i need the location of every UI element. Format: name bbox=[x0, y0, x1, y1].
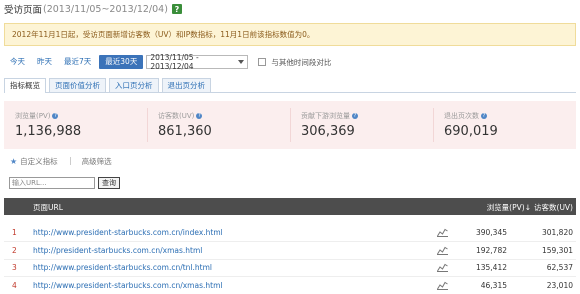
row-index: 1 bbox=[12, 228, 17, 237]
metric-downstream-pv: 贡献下游浏览量? 306,369 bbox=[290, 101, 433, 149]
page-title: 受访页面 bbox=[4, 5, 43, 16]
row-uv: 301,820 bbox=[541, 228, 573, 237]
star-icon: ★ bbox=[10, 156, 18, 166]
row-url-link[interactable]: http://www.president-starbucks.com.cn/in… bbox=[33, 228, 223, 237]
row-uv: 23,010 bbox=[546, 281, 573, 290]
url-search-input[interactable]: 输入URL... bbox=[9, 177, 95, 189]
metric-uv: 访客数(UV)? 861,360 bbox=[147, 101, 290, 149]
tab-overview[interactable]: 指标概览 bbox=[4, 78, 46, 93]
notice-banner: 2012年11月1日起，受访页面新增访客数（UV）和IP数指标，11月1日前该指… bbox=[4, 23, 576, 46]
row-pv: 192,782 bbox=[475, 246, 507, 255]
column-header-uv[interactable]: 访客数(UV) bbox=[534, 202, 573, 213]
metric-pv: 浏览量(PV)? 1,136,988 bbox=[4, 101, 147, 149]
help-icon[interactable]: ? bbox=[52, 113, 59, 119]
metric-value: 690,019 bbox=[444, 124, 498, 139]
row-pv: 135,412 bbox=[475, 263, 507, 272]
trend-chart-icon[interactable] bbox=[437, 263, 448, 274]
metrics-panel: 浏览量(PV)? 1,136,988 访客数(UV)? 861,360 贡献下游… bbox=[4, 101, 576, 149]
column-header-pv[interactable]: 浏览量(PV)↓ bbox=[487, 202, 531, 213]
date-range-caption: (2013/11/05~2013/12/04) bbox=[43, 3, 168, 15]
row-url-link[interactable]: http://www.president-starbucks.com.cn/tn… bbox=[33, 263, 212, 272]
date-last30-button[interactable]: 最近30天 bbox=[99, 55, 144, 69]
table-row: 2 http://president-starbucks.com.cn/xmas… bbox=[4, 242, 576, 260]
sort-down-icon: ↓ bbox=[524, 203, 531, 212]
column-header-url[interactable]: 页面URL bbox=[33, 202, 63, 213]
search-button[interactable]: 查询 bbox=[98, 177, 120, 189]
metric-label: 浏览量(PV) bbox=[15, 112, 51, 120]
table-header: 页面URL 浏览量(PV)↓ 访客数(UV) bbox=[4, 198, 576, 215]
compare-checkbox[interactable] bbox=[258, 58, 267, 66]
table-row: 3 http://www.president-starbucks.com.cn/… bbox=[4, 259, 576, 277]
table-row: 4 http://www.president-starbucks.com.cn/… bbox=[4, 277, 576, 294]
tab-entry-page[interactable]: 入口页分析 bbox=[109, 78, 159, 92]
metric-exit-count: 退出页次数? 690,019 bbox=[433, 101, 576, 149]
metric-label: 访客数(UV) bbox=[158, 112, 195, 120]
tab-bar: 指标概览 页面价值分析 入口页分析 退出页分析 bbox=[4, 78, 576, 93]
row-index: 2 bbox=[12, 246, 17, 255]
page-header: 受访页面 (2013/11/05~2013/12/04) ? bbox=[4, 2, 182, 16]
metric-label: 贡献下游浏览量 bbox=[301, 112, 350, 120]
row-pv: 390,345 bbox=[475, 228, 507, 237]
table-row: 1 http://www.president-starbucks.com.cn/… bbox=[4, 224, 576, 242]
row-uv: 159,301 bbox=[541, 246, 573, 255]
search-bar: 输入URL... 查询 bbox=[9, 177, 120, 189]
filter-bar: ★ 自定义指标 高级筛选 bbox=[10, 155, 112, 167]
row-uv: 62,537 bbox=[546, 263, 573, 272]
trend-chart-icon[interactable] bbox=[437, 228, 448, 239]
row-url-link[interactable]: http://president-starbucks.com.cn/xmas.h… bbox=[33, 246, 202, 255]
metric-label: 退出页次数 bbox=[444, 112, 479, 120]
trend-chart-icon[interactable] bbox=[437, 246, 448, 257]
row-url-link[interactable]: http://www.president-starbucks.com.cn/xm… bbox=[33, 281, 222, 290]
date-range-picker[interactable]: 2013/11/05 - 2013/12/04 bbox=[146, 53, 249, 71]
help-icon[interactable]: ? bbox=[171, 4, 182, 14]
row-index: 4 bbox=[12, 281, 17, 290]
help-icon[interactable]: ? bbox=[352, 113, 358, 119]
tab-exit-page[interactable]: 退出页分析 bbox=[161, 78, 211, 92]
row-pv: 46,315 bbox=[480, 281, 507, 290]
row-index: 3 bbox=[12, 263, 17, 272]
date-yesterday-button[interactable]: 昨天 bbox=[31, 55, 58, 69]
metric-value: 1,136,988 bbox=[15, 124, 82, 139]
help-icon[interactable]: ? bbox=[196, 113, 203, 119]
chevron-down-icon bbox=[238, 60, 245, 64]
compare-label: 与其他时间段对比 bbox=[271, 57, 332, 67]
metric-value: 306,369 bbox=[301, 124, 355, 139]
metric-value: 861,360 bbox=[158, 124, 212, 139]
advanced-filter-link[interactable]: 高级筛选 bbox=[82, 156, 112, 167]
date-last7-button[interactable]: 最近7天 bbox=[58, 55, 97, 69]
help-icon[interactable]: ? bbox=[481, 113, 487, 119]
divider bbox=[69, 157, 71, 165]
custom-metrics-link[interactable]: 自定义指标 bbox=[20, 156, 58, 167]
date-range-value: 2013/11/05 - 2013/12/04 bbox=[150, 53, 199, 71]
date-toolbar: 今天 昨天 最近7天 最近30天 2013/11/05 - 2013/12/04… bbox=[4, 53, 332, 71]
date-today-button[interactable]: 今天 bbox=[4, 55, 31, 69]
trend-chart-icon[interactable] bbox=[437, 281, 448, 292]
tab-page-value[interactable]: 页面价值分析 bbox=[49, 78, 106, 92]
